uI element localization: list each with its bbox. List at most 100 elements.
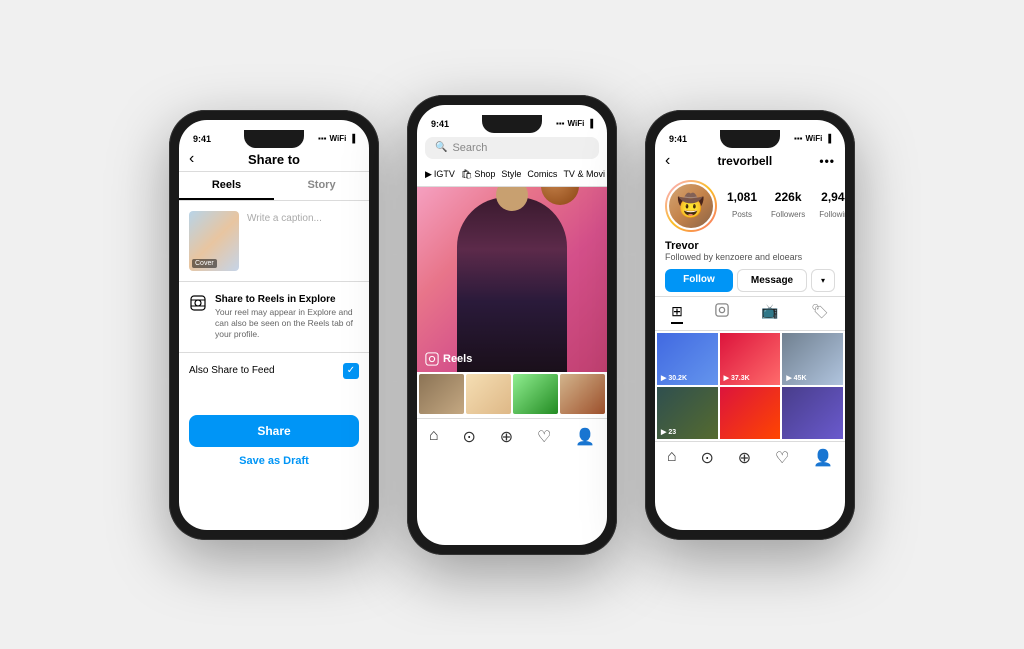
reels-tab-icon[interactable]	[715, 303, 729, 324]
photo-3-views: ▶ 45K	[786, 374, 806, 382]
photo-1[interactable]: ▶ 30.2K	[657, 333, 718, 385]
cat-tv[interactable]: TV & Movi	[563, 167, 605, 182]
phone-1: 9:41 ▪▪▪ WiFi ▐ ‹ Share to Reels Story	[169, 110, 379, 540]
caption-input[interactable]: Write a caption...	[247, 211, 322, 224]
battery-icon-3: ▐	[825, 134, 831, 143]
phone-1-notch	[244, 130, 304, 148]
reels-label: Reels	[425, 352, 472, 366]
follow-button[interactable]: Follow	[665, 269, 733, 292]
phone-3-notch	[720, 130, 780, 148]
tag-tab-icon[interactable]: 🏷	[811, 303, 829, 324]
home-nav-icon-3[interactable]: ⌂	[667, 448, 677, 468]
add-nav-icon[interactable]: ⊕	[500, 427, 513, 447]
dropdown-button[interactable]: ▾	[811, 269, 835, 292]
status-icons-2: ▪▪▪ WiFi ▐	[556, 119, 593, 128]
stat-following[interactable]: 2,943 Following	[819, 190, 845, 222]
feed-checkbox[interactable]: ✓	[343, 363, 359, 379]
grid-item-2	[466, 374, 511, 414]
stat-posts: 1,081 Posts	[727, 190, 757, 222]
phone-3: 9:41 ▪▪▪ WiFi ▐ ‹ trevorbell ••• 🤠	[645, 110, 855, 540]
header-title: Share to	[248, 152, 300, 167]
feed-option[interactable]: Also Share to Feed ✓	[179, 357, 369, 385]
cat-shop-label: Shop	[474, 169, 495, 179]
photo-grid: ▶ 30.2K ▶ 37.3K ▶ 45K ▶ 23	[655, 331, 845, 441]
grid-item-1	[419, 374, 464, 414]
grid-tab-icon[interactable]: ⊞	[671, 303, 683, 324]
followed-by-text: Followed by kenzoere and eloears	[665, 252, 835, 262]
message-button[interactable]: Message	[737, 269, 807, 292]
phone-1-screen: 9:41 ▪▪▪ WiFi ▐ ‹ Share to Reels Story	[179, 120, 369, 530]
cat-igtv-label: IGTV	[434, 169, 455, 179]
share-button[interactable]: Share	[189, 415, 359, 447]
share-to-header: ‹ Share to	[179, 148, 369, 172]
shop-icon: 🛍	[461, 169, 472, 180]
heart-nav-icon-3[interactable]: ♡	[775, 448, 789, 468]
cat-comics-label: Comics	[527, 169, 557, 179]
phone-2-notch	[482, 115, 542, 133]
wifi-icon-3: WiFi	[806, 134, 823, 143]
igtv-icon: ▶	[425, 169, 432, 180]
divider-1	[179, 281, 369, 282]
photo-6[interactable]	[782, 387, 843, 439]
phone-3-screen: 9:41 ▪▪▪ WiFi ▐ ‹ trevorbell ••• 🤠	[655, 120, 845, 530]
add-nav-icon-3[interactable]: ⊕	[738, 448, 751, 468]
reels-option-text: Share to Reels in Explore Your reel may …	[215, 294, 359, 340]
cat-style-label: Style	[501, 169, 521, 179]
followers-label: Followers	[771, 210, 805, 219]
phones-container: 9:41 ▪▪▪ WiFi ▐ ‹ Share to Reels Story	[149, 75, 875, 575]
heart-nav-icon[interactable]: ♡	[537, 427, 551, 447]
signal-icon-3: ▪▪▪	[794, 134, 803, 143]
home-nav-icon[interactable]: ⌂	[429, 427, 439, 447]
cat-tv-label: TV & Movi	[563, 169, 605, 179]
share-to-reels-option: Share to Reels in Explore Your reel may …	[179, 286, 369, 348]
status-time-2: 9:41	[431, 119, 449, 129]
cat-igtv[interactable]: ▶ IGTV	[425, 167, 455, 182]
more-options-button[interactable]: •••	[819, 154, 835, 168]
profile-back-button[interactable]: ‹	[665, 152, 670, 170]
following-count: 2,943	[819, 190, 845, 204]
profile-nav-icon[interactable]: 👤	[575, 427, 595, 447]
reels-label-text: Reels	[443, 353, 472, 365]
status-icons-3: ▪▪▪ WiFi ▐	[794, 134, 831, 143]
photo-5[interactable]	[720, 387, 781, 439]
explore-grid	[417, 372, 607, 416]
reels-icon	[189, 294, 207, 312]
tab-story[interactable]: Story	[274, 172, 369, 200]
battery-icon: ▐	[349, 134, 355, 143]
search-nav-icon[interactable]: ⊙	[462, 427, 475, 447]
search-icon: 🔍	[435, 142, 447, 153]
profile-actions: Follow Message ▾	[655, 265, 845, 296]
profile-header: ‹ trevorbell •••	[655, 148, 845, 174]
photo-4[interactable]: ▶ 23	[657, 387, 718, 439]
profile-name: Trevor	[665, 240, 835, 252]
cat-style[interactable]: Style	[501, 167, 521, 182]
grid-item-3	[513, 374, 558, 414]
search-nav-icon-3[interactable]: ⊙	[700, 448, 713, 468]
reels-main-image: Reels	[417, 187, 607, 372]
status-time: 9:41	[193, 134, 211, 144]
photo-4-views: ▶ 23	[661, 428, 676, 436]
search-bar[interactable]: 🔍 Search	[425, 137, 599, 159]
option-title: Share to Reels in Explore	[215, 294, 359, 305]
photo-3[interactable]: ▶ 45K	[782, 333, 843, 385]
cat-shop[interactable]: 🛍 Shop	[461, 167, 495, 182]
status-time-3: 9:41	[669, 134, 687, 144]
posts-count: 1,081	[727, 190, 757, 204]
profile-nav-icon-3[interactable]: 👤	[813, 448, 833, 468]
profile-name-area: Trevor Followed by kenzoere and eloears	[655, 238, 845, 265]
save-draft-button[interactable]: Save as Draft	[179, 455, 369, 467]
bottom-nav-2: ⌂ ⊙ ⊕ ♡ 👤	[417, 418, 607, 451]
stat-followers[interactable]: 226k Followers	[771, 190, 805, 222]
tab-reels[interactable]: Reels	[179, 172, 274, 200]
grid-item-4	[560, 374, 605, 414]
back-button[interactable]: ‹	[189, 150, 194, 168]
wifi-icon-2: WiFi	[568, 119, 585, 128]
photo-2[interactable]: ▶ 37.3K	[720, 333, 781, 385]
categories-bar: ▶ IGTV 🛍 Shop Style Comics TV & Movi	[417, 163, 607, 187]
bottom-nav-3: ⌂ ⊙ ⊕ ♡ 👤	[655, 441, 845, 471]
cat-comics[interactable]: Comics	[527, 167, 557, 182]
avatar: 🤠	[665, 180, 717, 232]
search-text: Search	[452, 142, 487, 154]
share-tabs: Reels Story	[179, 172, 369, 201]
tv-tab-icon[interactable]: 📺	[761, 303, 778, 324]
